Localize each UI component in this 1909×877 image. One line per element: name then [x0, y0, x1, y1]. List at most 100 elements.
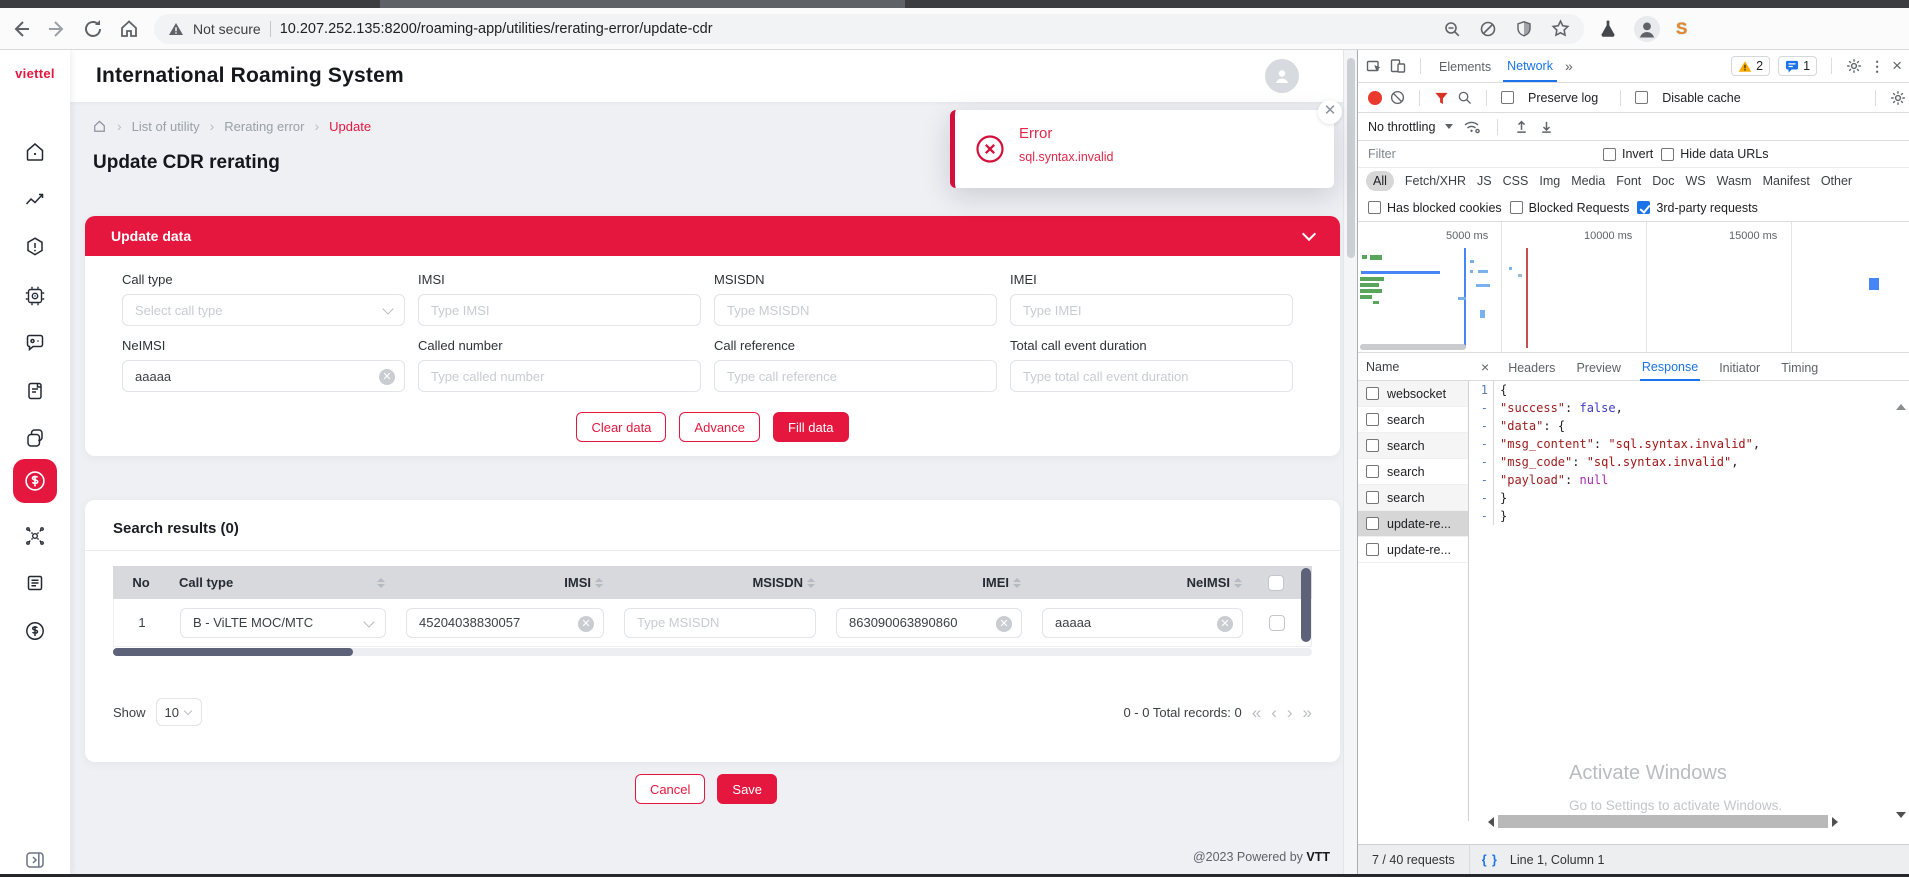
tab-elements[interactable]: Elements — [1435, 52, 1495, 81]
sort-icon[interactable] — [377, 578, 385, 588]
fill-data-button[interactable]: Fill data — [773, 412, 849, 442]
sidebar-network-hub-icon[interactable] — [23, 524, 47, 548]
scroll-down-icon[interactable] — [1896, 812, 1906, 818]
timeline-mini-scrollbar[interactable] — [1360, 344, 1466, 350]
cancel-button[interactable]: Cancel — [635, 774, 705, 804]
filter-wasm[interactable]: Wasm — [1717, 174, 1752, 188]
tab-response[interactable]: Response — [1640, 353, 1700, 381]
filter-css[interactable]: CSS — [1503, 174, 1529, 188]
table-vertical-scrollbar[interactable] — [1300, 566, 1312, 599]
row-call-type-select[interactable]: B - ViLTE MOC/MTC — [180, 608, 386, 638]
update-data-panel-header[interactable]: Update data — [85, 216, 1340, 256]
save-button[interactable]: Save — [717, 774, 777, 804]
breadcrumb-home-icon[interactable] — [92, 119, 107, 134]
filter-manifest[interactable]: Manifest — [1763, 174, 1810, 188]
column-imsi[interactable]: IMSI — [395, 566, 613, 599]
braces-icon[interactable]: { } — [1470, 853, 1510, 867]
network-search-icon[interactable] — [1457, 90, 1472, 105]
sidebar-alert-icon[interactable] — [23, 235, 47, 259]
request-checkbox[interactable] — [1366, 517, 1379, 530]
export-har-icon[interactable] — [1539, 119, 1554, 135]
disable-cache-checkbox[interactable] — [1635, 91, 1648, 104]
sidebar-copy-icon[interactable] — [23, 427, 47, 451]
throttling-select[interactable]: No throttling — [1368, 120, 1435, 134]
called-number-input[interactable] — [431, 369, 688, 384]
tab-preview[interactable]: Preview — [1574, 354, 1622, 380]
fold-marker[interactable]: - — [1469, 453, 1493, 471]
sort-icon[interactable] — [1013, 578, 1021, 588]
tab-network[interactable]: Network — [1503, 51, 1557, 82]
filter-all[interactable]: All — [1366, 171, 1394, 191]
tab-timing[interactable]: Timing — [1779, 354, 1820, 380]
total-duration-input[interactable] — [1023, 369, 1280, 384]
column-call-type[interactable]: Call type — [169, 566, 395, 599]
page-scrollbar[interactable] — [1343, 50, 1357, 874]
record-icon[interactable] — [1368, 91, 1382, 105]
imsi-input[interactable] — [431, 303, 688, 318]
profile-avatar-icon[interactable] — [1634, 16, 1660, 42]
request-checkbox[interactable] — [1366, 413, 1379, 426]
filter-media[interactable]: Media — [1571, 174, 1605, 188]
request-checkbox[interactable] — [1366, 387, 1379, 400]
scroll-left-icon[interactable] — [1488, 817, 1494, 827]
sidebar-home-icon[interactable] — [23, 140, 47, 164]
fold-marker[interactable]: - — [1469, 417, 1493, 435]
scroll-right-icon[interactable] — [1832, 817, 1838, 827]
toast-close-icon[interactable]: ✕ — [1318, 100, 1342, 124]
forward-icon[interactable] — [46, 18, 68, 40]
sidebar-chart-icon[interactable] — [23, 188, 47, 212]
request-checkbox[interactable] — [1366, 491, 1379, 504]
clear-data-button[interactable]: Clear data — [576, 412, 666, 442]
filter-other[interactable]: Other — [1821, 174, 1852, 188]
import-har-icon[interactable] — [1514, 119, 1529, 135]
request-search[interactable]: search — [1358, 433, 1468, 459]
hide-data-urls-checkbox[interactable] — [1661, 148, 1674, 161]
tab-initiator[interactable]: Initiator — [1717, 354, 1762, 380]
clear-field-icon[interactable]: ✕ — [996, 616, 1012, 632]
column-neimsi[interactable]: NeIMSI — [1031, 566, 1252, 599]
request-update-rerating[interactable]: update-re... — [1358, 537, 1468, 563]
inspect-element-icon[interactable] — [1366, 58, 1382, 74]
fold-marker[interactable]: - — [1469, 507, 1493, 525]
filter-funnel-icon[interactable] — [1434, 91, 1449, 105]
row-msisdn-input[interactable] — [637, 615, 803, 630]
active-tab-edge[interactable] — [380, 0, 905, 8]
bookmark-star-icon[interactable] — [1551, 19, 1570, 38]
invert-checkbox[interactable] — [1603, 148, 1616, 161]
address-bar[interactable]: Not secure 10.207.252.135:8200/roaming-a… — [154, 14, 1584, 44]
fold-marker[interactable]: - — [1469, 399, 1493, 417]
zoom-icon[interactable] — [1443, 20, 1461, 38]
request-checkbox[interactable] — [1366, 465, 1379, 478]
content-blocked-icon[interactable] — [1479, 20, 1497, 38]
msisdn-input[interactable] — [727, 303, 984, 318]
request-checkbox[interactable] — [1366, 439, 1379, 452]
clear-network-log-icon[interactable] — [1390, 90, 1405, 105]
breadcrumb-list-of-utility[interactable]: List of utility — [132, 119, 200, 134]
device-toolbar-icon[interactable] — [1390, 58, 1406, 74]
close-detail-icon[interactable]: × — [1481, 359, 1489, 375]
third-party-requests-checkbox[interactable] — [1637, 201, 1650, 214]
request-update-rerating-selected[interactable]: update-re... — [1358, 511, 1468, 537]
filter-doc[interactable]: Doc — [1652, 174, 1674, 188]
devtools-close-icon[interactable]: × — [1892, 56, 1902, 76]
sidebar-document-icon[interactable] — [23, 379, 47, 403]
shield-icon[interactable] — [1515, 20, 1533, 38]
name-column-header[interactable]: Name — [1358, 360, 1399, 374]
back-icon[interactable] — [10, 18, 32, 40]
extension-s-icon[interactable]: S — [1676, 19, 1687, 39]
column-imei[interactable]: IMEI — [825, 566, 1031, 599]
advance-button[interactable]: Advance — [679, 412, 760, 442]
warnings-badge[interactable]: 2 — [1731, 56, 1770, 76]
request-search[interactable]: search — [1358, 407, 1468, 433]
network-conditions-icon[interactable] — [1463, 119, 1481, 134]
request-search[interactable]: search — [1358, 459, 1468, 485]
filter-font[interactable]: Font — [1616, 174, 1641, 188]
sidebar-dollar-icon[interactable] — [23, 619, 47, 643]
request-websocket[interactable]: websocket — [1358, 381, 1468, 407]
filter-ws[interactable]: WS — [1685, 174, 1705, 188]
devtools-settings-gear-icon[interactable] — [1846, 58, 1862, 74]
user-avatar[interactable] — [1265, 59, 1299, 93]
sort-icon[interactable] — [595, 578, 603, 588]
extension-flask-icon[interactable] — [1598, 19, 1618, 39]
row-imei-input[interactable] — [849, 615, 1009, 630]
